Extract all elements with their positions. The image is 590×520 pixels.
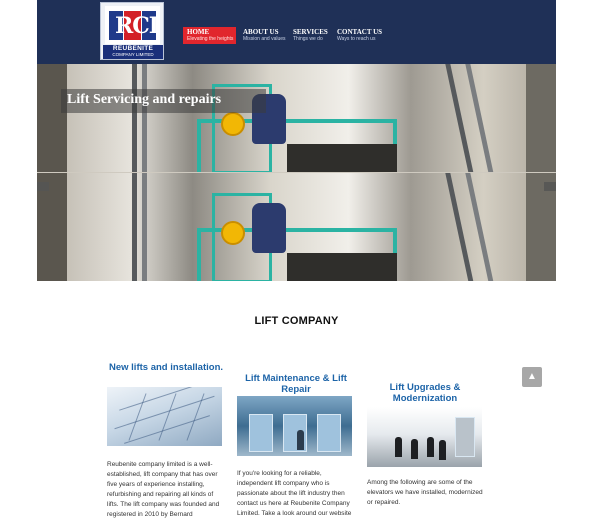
nav-item-about[interactable]: ABOUT US Mission and values (239, 27, 287, 44)
page: RCI REUBENITE COMPANY LIMITED HOME Eleva… (37, 0, 556, 520)
nav-item-subtitle: Mission and values (243, 36, 286, 42)
elevator-doors-image (237, 396, 352, 456)
column-text: If you're looking for a reliable, indepe… (237, 470, 352, 517)
business-people-image (367, 407, 482, 467)
nav-item-subtitle: Ways to reach us (337, 36, 376, 42)
nav-item-title: CONTACT US (337, 28, 383, 36)
nav-item-subtitle: Things we do (293, 36, 323, 42)
blueprint-image (107, 387, 222, 446)
logo-letters: RCI (114, 13, 159, 39)
company-logo[interactable]: RCI REUBENITE COMPANY LIMITED (100, 2, 164, 60)
chevron-right-icon[interactable] (544, 182, 556, 191)
column-heading: Lift Upgrades & Modernization (389, 382, 461, 404)
column-text: Reubenite company limited is a well-esta… (107, 461, 220, 518)
nav-item-contact[interactable]: CONTACT US Ways to reach us (333, 27, 387, 44)
hero-slider[interactable]: Lift Servicing and repairs (37, 64, 556, 281)
logo-company-name: REUBENITE COMPANY LIMITED (103, 45, 163, 59)
nav-item-home[interactable]: HOME Elevating the heights (183, 27, 236, 44)
nav-item-title: ABOUT US (243, 28, 279, 36)
chevron-up-icon[interactable]: ▲ (522, 367, 542, 387)
nav-item-title: SERVICES (293, 28, 328, 36)
section-title: LIFT COMPANY (254, 315, 339, 327)
logo-name: REUBENITE (112, 45, 154, 52)
lift-shaft-photo: Lift Servicing and repairs (37, 64, 556, 172)
site-header: RCI REUBENITE COMPANY LIMITED HOME Eleva… (37, 0, 556, 64)
nav-item-title: HOME (187, 28, 210, 36)
column-heading: New lifts and installation. (109, 362, 224, 373)
column-text: Among the following are some of the elev… (367, 479, 483, 506)
nav-item-services[interactable]: SERVICES Things we do (289, 27, 331, 44)
logo-mark: RCI (105, 6, 160, 44)
lift-shaft-photo (37, 173, 556, 281)
column-heading: Lift Maintenance & Lift Repair (245, 373, 347, 395)
logo-subname: COMPANY LIMITED (112, 52, 154, 57)
chevron-left-icon[interactable] (37, 182, 49, 191)
nav-item-subtitle: Elevating the heights (187, 36, 234, 42)
slider-caption: Lift Servicing and repairs (61, 89, 266, 113)
